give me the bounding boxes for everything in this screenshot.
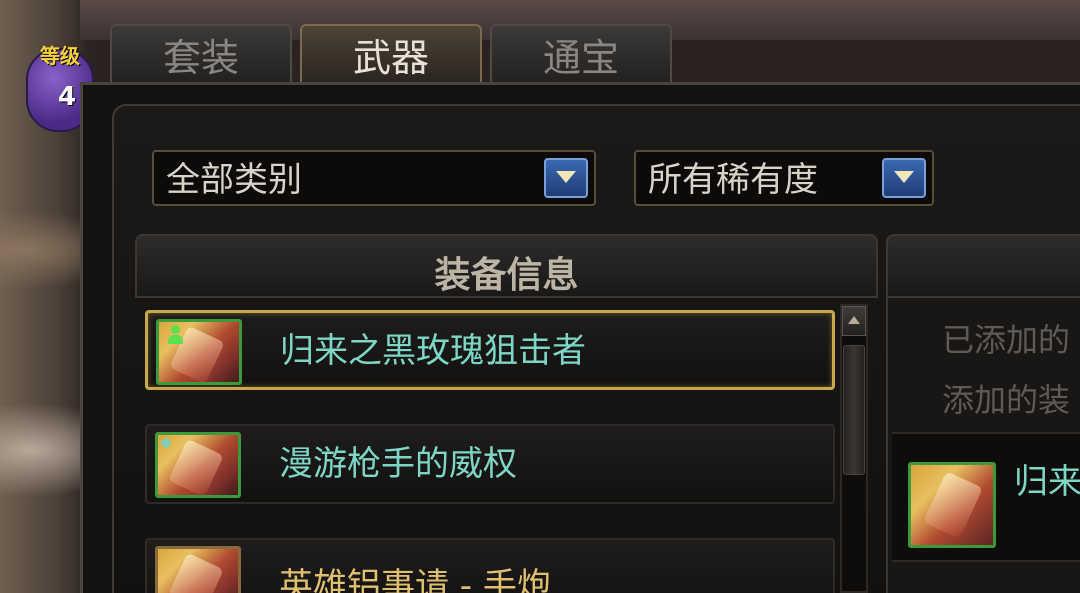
rarity-dropdown-value: 所有稀有度 (648, 160, 818, 200)
added-panel-line1: 已添加的 (942, 321, 1071, 359)
tab-treasure[interactable]: 通宝 (490, 24, 672, 82)
equipment-info-header: 装备信息 (135, 234, 878, 298)
added-panel-header (886, 234, 1080, 298)
category-dropdown[interactable]: 全部类别 (152, 150, 596, 206)
scroll-thumb[interactable] (843, 345, 865, 475)
chevron-down-icon[interactable] (544, 158, 588, 198)
equipment-name: 归来之黑玫瑰狙击者 (280, 331, 586, 371)
weapon-icon (155, 546, 241, 593)
equipment-list-item[interactable]: 漫游枪手的威权 (145, 424, 835, 504)
added-item-name: 归来 (1014, 462, 1080, 502)
category-dropdown-value: 全部类别 (166, 160, 302, 200)
level-label: 等级 (40, 44, 80, 68)
weapon-icon (155, 432, 241, 498)
rarity-dropdown[interactable]: 所有稀有度 (634, 150, 934, 206)
equipment-name: 漫游枪手的威权 (279, 444, 517, 484)
weapon-icon (908, 462, 996, 548)
weapon-icon (156, 319, 242, 385)
equipment-list-item[interactable]: 英雄铝事请 - 手炮 (145, 538, 835, 593)
equipment-list-item[interactable]: 归来之黑玫瑰狙击者 (145, 310, 835, 390)
chevron-down-icon[interactable] (882, 158, 926, 198)
equipment-name: 英雄铝事请 - 手炮 (279, 566, 551, 593)
scroll-up-icon[interactable] (842, 306, 866, 336)
level-value: 4 (58, 82, 77, 112)
owned-person-icon (167, 325, 183, 345)
added-panel-line2: 添加的装 (942, 381, 1071, 419)
tab-weapon[interactable]: 武器 (300, 24, 482, 82)
corner-gem-icon (160, 437, 172, 449)
tab-set[interactable]: 套装 (110, 24, 292, 82)
